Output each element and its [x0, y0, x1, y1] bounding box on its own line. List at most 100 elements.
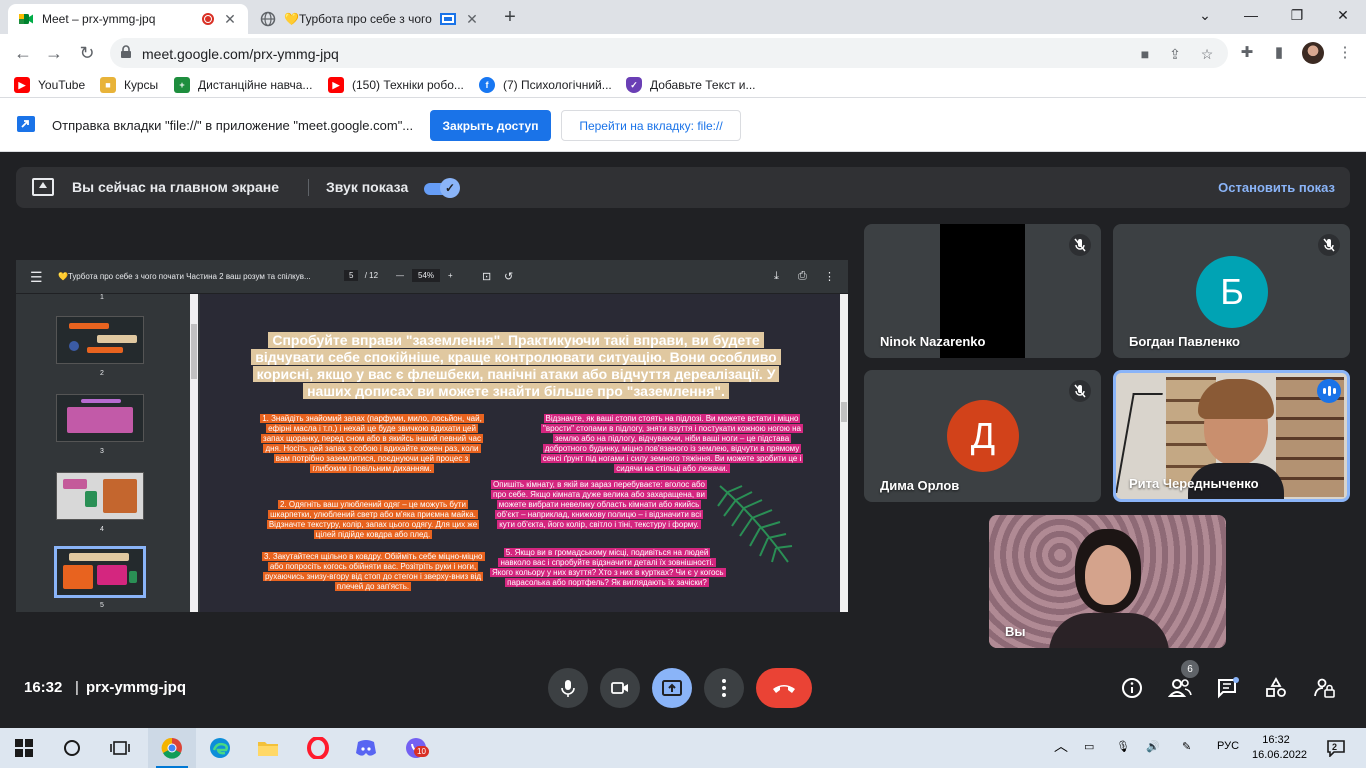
tab-meet[interactable]: Meet – prx-ymmg-jpq ✕	[8, 4, 248, 34]
side-panel-icon[interactable]: ▮	[1270, 44, 1288, 62]
bookmark-psychology[interactable]: f (7) Психологічний...	[479, 76, 612, 94]
search-icon[interactable]	[60, 736, 84, 760]
chrome-icon[interactable]	[160, 736, 184, 760]
bookmark-distance-learning[interactable]: + Дистанційне навча...	[174, 76, 312, 94]
windows-taskbar: 10 ︿ ▭ 🎙 🔊 ✎ РУС 16:32 16.06.2022 2	[0, 728, 1366, 768]
stop-sharing-button[interactable]: Закрыть доступ	[430, 110, 551, 141]
share-sound-toggle[interactable]: ✓	[424, 178, 460, 198]
rotate-icon[interactable]: ↺	[504, 270, 513, 283]
viber-icon[interactable]: 10	[404, 736, 429, 760]
current-page-input[interactable]: 5	[344, 270, 359, 281]
share-icon[interactable]: ⇪	[1166, 45, 1184, 63]
zoom-controls: — 54% +	[396, 269, 453, 282]
bookmark-youtube[interactable]: ▶ YouTube	[14, 76, 85, 94]
task-view-icon[interactable]	[108, 736, 132, 760]
tab-search-chevron-icon[interactable]: ⌄	[1182, 0, 1228, 30]
thumbnail-page-5[interactable]	[54, 546, 146, 598]
participant-avatar: Б	[1196, 256, 1268, 328]
restore-icon[interactable]: ❐	[1274, 0, 1320, 30]
thumbnail-page-3[interactable]	[56, 394, 144, 442]
pen-icon[interactable]: ✎	[1182, 740, 1191, 753]
thumbnail-page-2[interactable]	[56, 316, 144, 364]
microphone-tray-icon[interactable]: 🎙	[1116, 740, 1130, 753]
thumbnail-scrollbar[interactable]	[190, 294, 198, 612]
hamburger-menu-icon[interactable]: ☰	[30, 269, 43, 286]
participant-tile-self[interactable]: Вы	[989, 515, 1226, 648]
participant-tile-rita[interactable]: Рита Чередныченко	[1113, 370, 1350, 502]
folder-icon: ■	[100, 77, 116, 93]
stop-presenting-button[interactable]: Остановить показ	[1218, 180, 1335, 195]
bookmark-courses[interactable]: ■ Курсы	[100, 76, 158, 94]
host-controls-button[interactable]	[1312, 676, 1336, 700]
participant-tile-ninok[interactable]: Ninok Nazarenko	[864, 224, 1101, 358]
presenting-banner: Вы сейчас на главном экране Звук показа …	[16, 167, 1350, 208]
browser-toolbar: ← → ↻ meet.google.com/prx-ymmg-jpq ■ ⇪ ☆…	[0, 34, 1366, 72]
notifications-icon[interactable]: 2	[1324, 736, 1348, 760]
go-to-tab-button[interactable]: Перейти на вкладку: file://	[561, 110, 741, 141]
bookmark-techniques[interactable]: ▶ (150) Техніки робо...	[328, 76, 464, 94]
language-indicator[interactable]: РУС	[1217, 740, 1239, 752]
back-icon[interactable]: ←	[12, 42, 34, 64]
reload-icon[interactable]: ↻	[76, 42, 98, 64]
zoom-out-icon[interactable]: —	[396, 271, 404, 280]
new-tab-icon[interactable]: +	[500, 6, 520, 29]
discord-icon[interactable]	[354, 736, 378, 760]
print-icon[interactable]: ⎙	[798, 270, 807, 283]
tab-pdf[interactable]: 💛Турбота про себе з чого ✕	[250, 4, 490, 34]
bookmarks-bar: ▶ YouTube ■ Курсы + Дистанційне навча...…	[0, 72, 1366, 98]
profile-avatar[interactable]	[1302, 42, 1324, 64]
people-button[interactable]	[1168, 676, 1192, 700]
volume-icon[interactable]: 🔊	[1146, 740, 1160, 753]
windows-start-icon[interactable]	[12, 736, 36, 760]
system-clock[interactable]: 16:32 16.06.2022	[1252, 733, 1307, 763]
slide-tip-2: 2. Одягніть ваш улюблений одяг – це можу…	[266, 500, 480, 539]
thumbnail-number: 4	[100, 526, 104, 533]
more-options-button[interactable]	[704, 668, 744, 708]
page-scrollbar[interactable]	[840, 294, 848, 612]
participant-tile-dima[interactable]: Д Дима Орлов	[864, 370, 1101, 502]
participant-tile-bogdan[interactable]: Б Богдан Павленко	[1113, 224, 1350, 358]
camera-button[interactable]	[600, 668, 640, 708]
close-tab-icon[interactable]: ✕	[222, 11, 238, 28]
participant-name: Ninok Nazarenko	[880, 334, 986, 349]
tab-sharing-infobar: Отправка вкладки "file://" в приложение …	[0, 98, 1366, 152]
more-options-icon[interactable]: ⋮	[824, 270, 835, 283]
fit-page-icon[interactable]: ⊡	[482, 270, 491, 283]
edge-icon[interactable]	[208, 736, 232, 760]
battery-icon[interactable]: ▭	[1084, 740, 1094, 753]
meeting-time: 16:32	[24, 679, 63, 696]
forward-icon[interactable]: →	[43, 42, 65, 64]
close-tab-icon[interactable]: ✕	[464, 11, 480, 28]
download-icon[interactable]: ⤓	[774, 270, 779, 283]
file-explorer-icon[interactable]	[256, 736, 280, 760]
chat-button[interactable]	[1216, 676, 1240, 700]
activities-button[interactable]	[1264, 676, 1288, 700]
slide-tip-feet: Відзначте, як ваші стопи стоять на підло…	[540, 414, 804, 473]
lock-icon	[121, 45, 131, 58]
globe-icon	[260, 11, 276, 27]
leave-call-button[interactable]	[756, 668, 812, 708]
bookmark-add-text[interactable]: ✓ Добавьте Текст и...	[626, 76, 756, 94]
participant-name: Вы	[1005, 624, 1026, 639]
close-window-icon[interactable]: ✕	[1320, 0, 1366, 30]
thumbnail-page-4[interactable]	[56, 472, 144, 520]
extensions-icon[interactable]: ✚	[1238, 44, 1256, 62]
opera-icon[interactable]	[306, 736, 330, 760]
address-bar[interactable]: meet.google.com/prx-ymmg-jpq ■ ⇪ ☆	[110, 38, 1228, 68]
present-now-button[interactable]	[652, 668, 692, 708]
camera-icon	[611, 682, 628, 694]
meeting-details-button[interactable]	[1120, 676, 1144, 700]
present-screen-icon	[662, 680, 682, 696]
pdf-toolbar: ☰ 💛Турбота про себе з чого почати Частин…	[16, 260, 848, 294]
show-hidden-icons-icon[interactable]: ︿	[1054, 736, 1068, 756]
zoom-in-icon[interactable]: +	[448, 271, 453, 280]
browser-menu-icon[interactable]: ⋮	[1336, 44, 1354, 62]
viber-badge: 10	[414, 746, 429, 757]
camera-in-use-icon[interactable]: ■	[1136, 45, 1154, 63]
bookmark-star-icon[interactable]: ☆	[1198, 45, 1216, 63]
zoom-value[interactable]: 54%	[412, 269, 441, 282]
chat-icon	[1218, 677, 1239, 699]
minimize-icon[interactable]: —	[1228, 0, 1274, 30]
shield-icon: ✓	[626, 77, 642, 93]
microphone-button[interactable]	[548, 668, 588, 708]
